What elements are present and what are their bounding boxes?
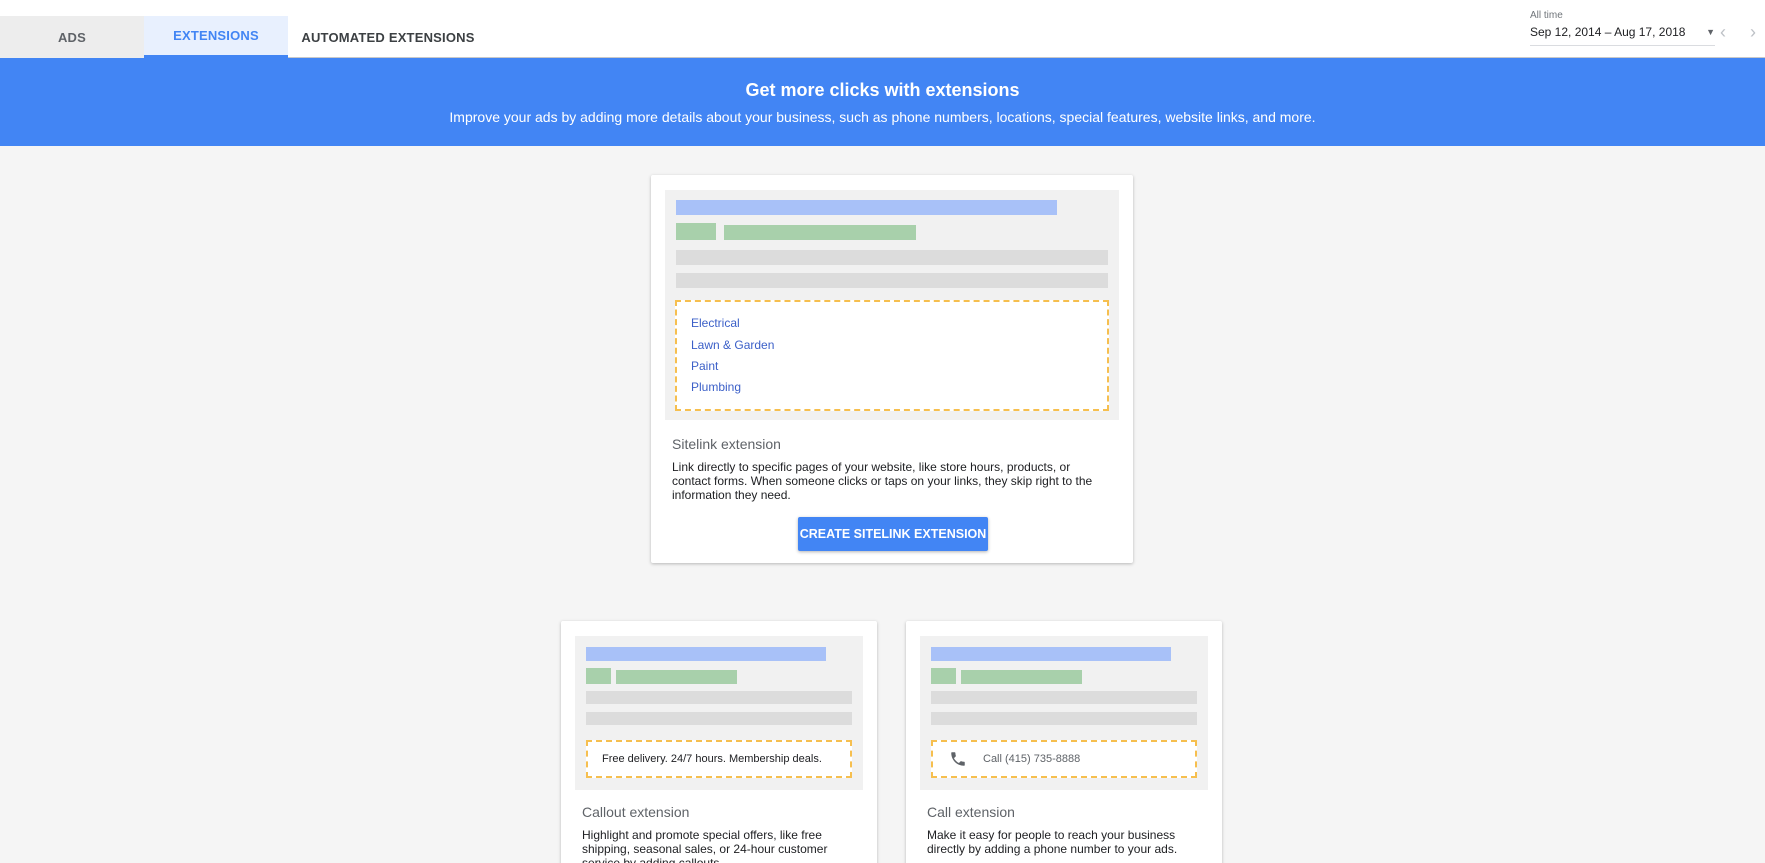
card-title: Callout extension xyxy=(582,804,690,820)
sitelink-preview-link: Lawn & Garden xyxy=(691,338,775,352)
callout-highlight-box: Free delivery. 24/7 hours. Membership de… xyxy=(586,740,852,778)
banner-title: Get more clicks with extensions xyxy=(745,80,1020,100)
callout-extension-card: Free delivery. 24/7 hours. Membership de… xyxy=(561,621,877,863)
preview-badge-bar xyxy=(586,668,611,684)
date-range-field[interactable]: Sep 12, 2014 – Aug 17, 2018 ▼ xyxy=(1530,25,1715,46)
preview-text-bar xyxy=(676,273,1108,288)
preview-badge-bar xyxy=(676,223,716,240)
chevron-left-icon[interactable]: ‹ xyxy=(1720,22,1726,43)
preview-headline-bar xyxy=(586,647,826,661)
date-range-value: Sep 12, 2014 – Aug 17, 2018 xyxy=(1530,25,1686,39)
preview-text-bar xyxy=(931,712,1197,725)
banner-subtitle: Improve your ads by adding more details … xyxy=(449,109,1316,125)
card-title: Call extension xyxy=(927,804,1015,820)
ad-preview: Free delivery. 24/7 hours. Membership de… xyxy=(575,636,863,790)
call-preview-text: Call (415) 735-8888 xyxy=(983,753,1081,765)
chevron-right-icon[interactable]: › xyxy=(1750,22,1756,43)
promo-banner: Get more clicks with extensions Improve … xyxy=(0,58,1765,146)
tab-extensions[interactable]: EXTENSIONS xyxy=(144,16,288,58)
card-description: Link directly to specific pages of your … xyxy=(672,460,1093,502)
tab-ads[interactable]: ADS xyxy=(0,16,144,58)
sitelink-preview-link: Paint xyxy=(691,359,719,373)
preview-badge-bar xyxy=(931,668,956,684)
caret-down-icon[interactable]: ▼ xyxy=(1706,27,1715,37)
preview-url-bar xyxy=(616,670,737,684)
phone-icon xyxy=(951,752,965,766)
card-description: Make it easy for people to reach your bu… xyxy=(927,828,1178,856)
date-range-picker[interactable]: All time Sep 12, 2014 – Aug 17, 2018 ▼ xyxy=(1530,10,1715,46)
preview-text-bar xyxy=(586,691,852,704)
card-description: Highlight and promote special offers, li… xyxy=(582,828,828,863)
sitelink-extension-card: Electrical Lawn & Garden Paint Plumbing … xyxy=(651,175,1133,563)
callout-preview-text: Free delivery. 24/7 hours. Membership de… xyxy=(602,753,822,765)
tab-automated-extensions[interactable]: AUTOMATED EXTENSIONS xyxy=(288,16,488,58)
preview-text-bar xyxy=(676,250,1108,265)
top-tab-bar: ADS EXTENSIONS AUTOMATED EXTENSIONS All … xyxy=(0,0,1765,58)
ad-preview: Electrical Lawn & Garden Paint Plumbing xyxy=(665,190,1119,420)
preview-headline-bar xyxy=(676,200,1057,215)
sitelink-preview-link: Plumbing xyxy=(691,380,742,394)
preview-headline-bar xyxy=(931,647,1171,661)
create-sitelink-extension-button[interactable]: CREATE SITELINK EXTENSION xyxy=(798,517,988,551)
date-range-label: All time xyxy=(1530,10,1563,21)
sitelink-highlight-box: Electrical Lawn & Garden Paint Plumbing xyxy=(675,300,1109,411)
call-highlight-box: Call (415) 735-8888 xyxy=(931,740,1197,778)
preview-text-bar xyxy=(586,712,852,725)
ad-preview: Call (415) 735-8888 xyxy=(920,636,1208,790)
call-extension-card: Call (415) 735-8888 Call extension Make … xyxy=(906,621,1222,863)
preview-url-bar xyxy=(724,225,916,240)
sitelink-preview-link: Electrical xyxy=(691,316,740,330)
preview-url-bar xyxy=(961,670,1082,684)
card-title: Sitelink extension xyxy=(672,436,781,452)
preview-text-bar xyxy=(931,691,1197,704)
